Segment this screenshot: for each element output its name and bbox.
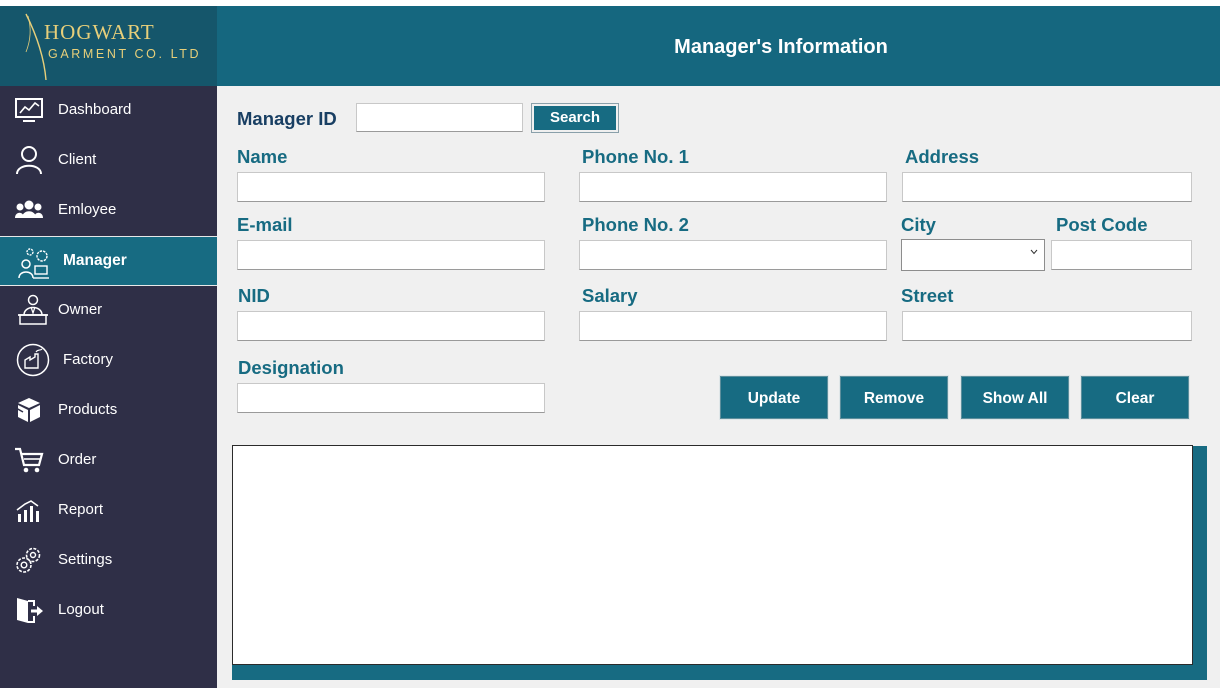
phone1-field[interactable] — [579, 172, 887, 202]
sidebar-item-client[interactable]: Client — [0, 136, 217, 184]
app-window: HOGWART GARMENT CO. LTD Dashboard Client — [0, 6, 1220, 688]
salary-field[interactable] — [579, 311, 887, 341]
bar-chart-icon — [16, 500, 39, 522]
sidebar-item-label: Client — [58, 151, 97, 168]
sidebar-item-settings[interactable]: Settings — [0, 536, 217, 584]
sidebar-item-logout[interactable]: Logout — [0, 586, 217, 634]
sidebar-item-order[interactable]: Order — [0, 436, 217, 484]
manager-data-grid[interactable] — [232, 445, 1193, 665]
manager-id-label: Manager ID — [237, 108, 337, 129]
sidebar-item-label: Logout — [58, 601, 104, 618]
update-button[interactable]: Update — [720, 376, 828, 419]
salary-label: Salary — [582, 285, 638, 306]
city-label: City — [901, 214, 936, 235]
sidebar-item-label: Owner — [58, 301, 103, 318]
name-label: Name — [237, 146, 288, 167]
sidebar-item-products[interactable]: Products — [0, 386, 217, 434]
sidebar-item-factory[interactable]: Factory — [0, 336, 217, 384]
remove-button[interactable]: Remove — [840, 376, 948, 419]
brand-logo: HOGWART GARMENT CO. LTD — [0, 6, 217, 86]
group-icon — [15, 200, 43, 218]
search-button[interactable]: Search — [531, 103, 619, 133]
email-field[interactable] — [237, 240, 545, 270]
sidebar-item-employee[interactable]: Emloyee — [0, 186, 217, 234]
sidebar-item-label: Products — [58, 401, 118, 418]
city-select[interactable] — [901, 239, 1045, 271]
manager-id-input[interactable] — [356, 103, 523, 132]
post-code-label: Post Code — [1056, 214, 1148, 235]
street-label: Street — [901, 285, 954, 306]
factory-icon — [16, 343, 50, 377]
sidebar-item-label: Dashboard — [58, 101, 132, 118]
sidebar-item-label: Manager — [63, 252, 127, 269]
grid-frame-right — [1193, 446, 1207, 680]
boxes-icon — [15, 398, 40, 422]
sidebar-item-dashboard[interactable]: Dashboard — [0, 86, 217, 134]
sidebar-item-report[interactable]: Report — [0, 486, 217, 534]
sidebar-item-label: Emloyee — [58, 201, 117, 218]
manager-form-panel: Manager ID Search Name Phone No. 1 Addre… — [217, 86, 1220, 688]
designation-label: Designation — [238, 357, 344, 378]
sidebar-item-label: Report — [58, 501, 104, 518]
user-icon — [16, 146, 42, 175]
chevron-down-icon — [1030, 249, 1038, 255]
sidebar-item-label: Settings — [58, 551, 113, 568]
sidebar-item-label: Factory — [63, 351, 114, 368]
manager-gears-icon — [18, 248, 49, 279]
show-all-button[interactable]: Show All — [961, 376, 1069, 419]
phone2-label: Phone No. 2 — [582, 214, 689, 235]
address-label: Address — [905, 146, 980, 167]
sidebar-item-label: Order — [58, 451, 97, 468]
sidebar-item-manager[interactable]: Manager — [0, 236, 217, 286]
owner-desk-icon — [18, 294, 48, 325]
phone2-field[interactable] — [579, 240, 887, 270]
grid-frame-bottom — [232, 665, 1207, 680]
page-title: Manager's Information — [674, 36, 888, 58]
street-field[interactable] — [902, 311, 1192, 341]
brand-name: HOGWART — [44, 20, 155, 44]
sidebar-item-owner[interactable]: Owner — [0, 286, 217, 334]
phone1-label: Phone No. 1 — [582, 146, 689, 167]
cart-icon — [15, 447, 44, 473]
page-header: Manager's Information — [217, 6, 1220, 86]
post-code-field[interactable] — [1051, 240, 1192, 270]
nid-label: NID — [238, 285, 270, 306]
address-field[interactable] — [902, 172, 1192, 202]
dashboard-icon — [15, 98, 43, 122]
gear-icon — [16, 547, 41, 573]
clear-button[interactable]: Clear — [1081, 376, 1189, 419]
brand-subtitle: GARMENT CO. LTD — [48, 47, 202, 61]
sidebar: HOGWART GARMENT CO. LTD Dashboard Client — [0, 6, 217, 688]
email-label: E-mail — [237, 214, 293, 235]
designation-field[interactable] — [237, 383, 545, 413]
name-field[interactable] — [237, 172, 545, 202]
logout-icon — [17, 598, 43, 623]
nid-field[interactable] — [237, 311, 545, 341]
